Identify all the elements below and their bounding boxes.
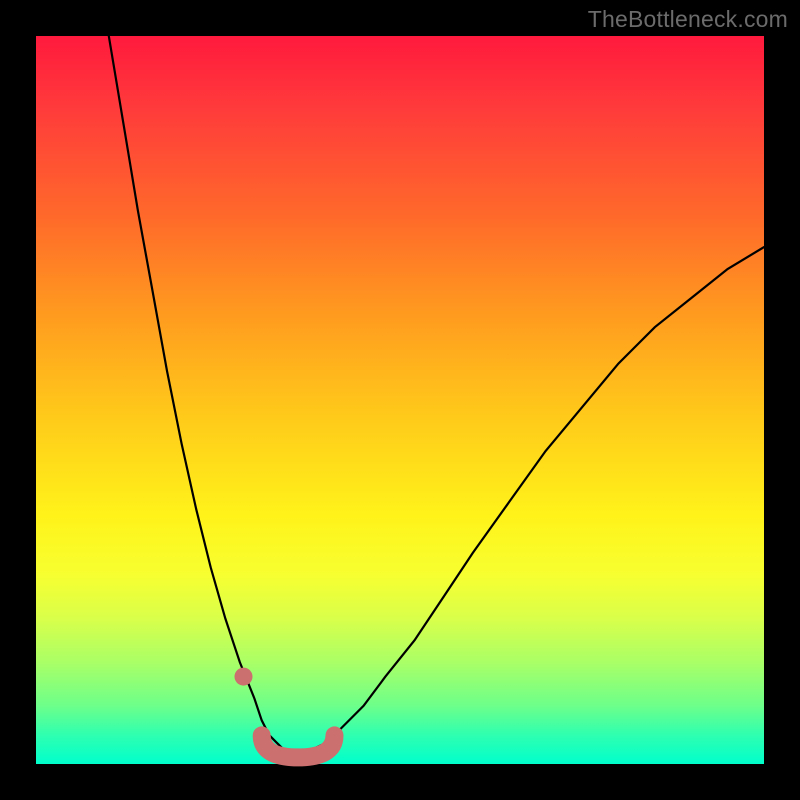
marker-left-dot bbox=[235, 668, 253, 686]
curve-left-branch bbox=[109, 36, 291, 753]
curve-layer bbox=[36, 36, 764, 764]
curve-right-branch bbox=[305, 247, 764, 753]
watermark-text: TheBottleneck.com bbox=[588, 6, 788, 33]
chart-stage: TheBottleneck.com bbox=[0, 0, 800, 800]
plot-area bbox=[36, 36, 764, 764]
